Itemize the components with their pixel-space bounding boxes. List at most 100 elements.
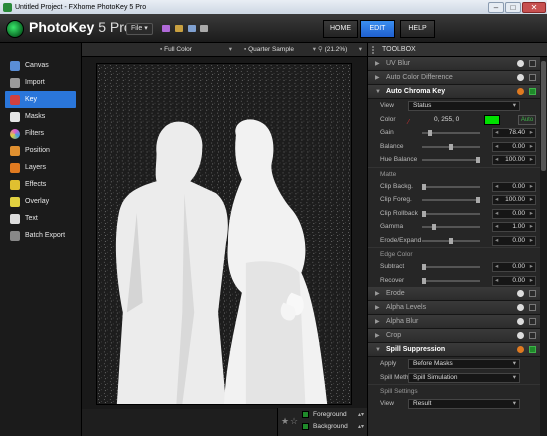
sidebar-item-effects[interactable]: Effects [5,176,76,193]
window-title: Untitled Project - FXhome PhotoKey 5 Pro [15,3,147,11]
balance-input[interactable]: ◂ 0.00 ▸ [492,141,536,152]
sidebar-item-canvas[interactable]: Canvas [5,57,76,74]
drag-handle-icon[interactable] [372,46,378,54]
left-sidebar: Canvas Import Key Masks Filters Position… [0,43,82,436]
layer-background[interactable]: Background ▴▾ [278,421,368,433]
enable-checkbox[interactable] [529,290,536,297]
scrollbar-thumb[interactable] [541,61,546,171]
background-order-arrows[interactable]: ▴▾ [358,421,364,433]
section-erode[interactable]: ▶ Erode [368,287,540,301]
section-alpha-levels[interactable]: ▶ Alpha Levels [368,301,540,315]
erode-expand-input[interactable]: ◂ 0.00 ▸ [492,235,536,246]
enable-checkbox[interactable] [529,318,536,325]
view-mode-select[interactable]: ▪ Full Color ▾ [160,45,232,55]
gamma-slider[interactable] [422,224,480,230]
auto-button[interactable]: Auto [518,114,536,125]
print-icon[interactable] [200,25,208,32]
toolbox-scrollbar[interactable] [540,57,547,436]
keyframe-clock-icon[interactable] [517,318,524,325]
enable-checkbox[interactable] [529,346,536,353]
balance-slider[interactable] [422,143,480,150]
sidebar-item-filters[interactable]: Filters [5,125,76,142]
subtract-input[interactable]: ◂ 0.00 ▸ [492,262,536,272]
hue-balance-slider[interactable] [422,157,480,163]
spill-view-row: View Result [368,397,540,411]
sidebar-item-import[interactable]: Import [5,74,76,91]
sidebar-item-layers[interactable]: Layers [5,159,76,176]
sidebar-item-batch-export[interactable]: Batch Export [5,227,76,244]
canvas-matte-preview[interactable] [96,63,352,405]
apply-select[interactable]: Before Masks [408,359,520,369]
keyframe-clock-icon[interactable] [517,346,524,353]
key-color-swatch[interactable] [484,114,500,125]
layers-icon [10,162,20,173]
clip-rollback-input[interactable]: ◂ 0.00 ▸ [492,208,536,219]
minimize-button[interactable]: – [488,1,504,13]
foreground-visible-checkbox[interactable] [302,411,309,418]
app-header: PhotoKey 5 Pro File ▾ HOME EDIT HELP [0,14,547,43]
section-alpha-blur[interactable]: ▶ Alpha Blur [368,315,540,329]
clip-foreg-slider[interactable] [422,197,480,203]
clip-rollback-slider[interactable] [422,210,480,217]
enable-checkbox[interactable] [529,304,536,311]
apply-row: Apply Before Masks [368,357,540,371]
layer-foreground[interactable]: Foreground ▴▾ [278,409,368,421]
expand-arrow-icon: ▶ [375,333,380,339]
edit-button[interactable]: EDIT [360,20,395,38]
spill-view-select[interactable]: Result [408,399,520,409]
background-visible-checkbox[interactable] [302,423,309,430]
help-button[interactable]: HELP [400,20,435,38]
clip-backg-slider[interactable] [422,183,480,190]
text-icon [10,213,20,224]
erode-expand-row: Erode/Expand ◂ 0.00 ▸ [368,234,540,248]
sidebar-item-overlay[interactable]: Overlay [5,193,76,210]
close-button[interactable]: ✕ [522,1,546,13]
keyframe-clock-icon[interactable] [517,60,524,67]
sample-select[interactable]: ▪ Quarter Sample ▾ [244,45,316,55]
keyframe-clock-icon[interactable] [517,74,524,81]
app-logo: PhotoKey 5 Pro [29,19,132,35]
enable-checkbox[interactable] [529,60,536,67]
keyframe-clock-icon[interactable] [517,304,524,311]
section-crop[interactable]: ▶ Crop [368,329,540,343]
enable-checkbox[interactable] [529,332,536,339]
open-project-icon[interactable] [175,25,183,32]
gain-slider[interactable] [422,130,480,136]
sidebar-item-position[interactable]: Position [5,142,76,159]
sidebar-item-masks[interactable]: Masks [5,108,76,125]
gamma-input[interactable]: ◂ 1.00 ▸ [492,222,536,232]
keyframe-clock-icon[interactable] [517,332,524,339]
view-select[interactable]: Status [408,101,520,111]
zoom-select[interactable]: ⚲ (21.2%) ▾ [318,45,362,55]
recover-slider[interactable] [422,277,480,284]
sidebar-item-key[interactable]: Key [5,91,76,108]
spill-method-select[interactable]: Spill Simulation [408,372,520,383]
file-menu-button[interactable]: File ▾ [126,23,153,35]
hue-balance-input[interactable]: ◂ 100.00 ▸ [492,155,536,165]
maximize-button[interactable]: □ [505,1,521,13]
gain-input[interactable]: ◂ 78.40 ▸ [492,128,536,138]
filters-icon [10,128,20,139]
photokey-logo-icon [6,20,24,38]
clip-backg-input[interactable]: ◂ 0.00 ▸ [492,181,536,192]
home-button[interactable]: HOME [323,20,358,38]
window-titlebar: Untitled Project - FXhome PhotoKey 5 Pro… [0,0,547,14]
section-auto-chroma-key[interactable]: ▼ Auto Chroma Key [368,85,540,99]
chevron-down-icon: ▾ [358,46,362,53]
subtract-row: Subtract ◂ 0.00 ▸ [368,260,540,274]
enable-checkbox[interactable] [529,88,536,95]
clip-foreg-input[interactable]: ◂ 100.00 ▸ [492,195,536,205]
foreground-order-arrows[interactable]: ▴▾ [358,409,364,421]
section-uv-blur[interactable]: ▶ UV Blur [368,57,540,71]
save-project-icon[interactable] [188,25,196,32]
sidebar-item-text[interactable]: Text [5,210,76,227]
section-auto-color-difference[interactable]: ▶ Auto Color Difference [368,71,540,85]
keyframe-clock-icon[interactable] [517,290,524,297]
recover-input[interactable]: ◂ 0.00 ▸ [492,275,536,286]
section-spill-suppression[interactable]: ▼ Spill Suppression [368,343,540,357]
new-project-icon[interactable] [162,25,170,32]
erode-expand-slider[interactable] [422,237,480,244]
enable-checkbox[interactable] [529,74,536,81]
subtract-slider[interactable] [422,264,480,270]
keyframe-clock-icon[interactable] [517,88,524,95]
